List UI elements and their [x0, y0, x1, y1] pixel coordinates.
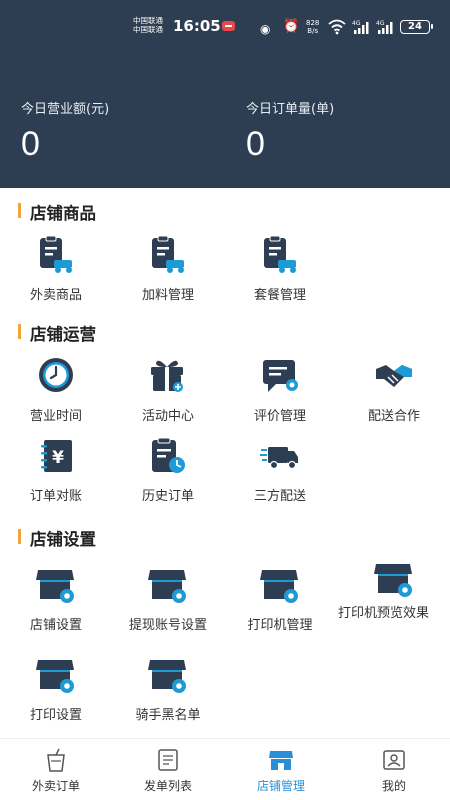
history-clipboard-icon [152, 437, 185, 473]
grid-label-order-reconciliation: 订单对账 [29, 489, 82, 504]
header: 中国联通 中国联通 16:05 ◉ ⏰ 828 B/s 4G 4G 24 今日营… [0, 0, 450, 188]
orders-stat[interactable]: 今日订单量(单) 0 [246, 98, 334, 163]
yen-ledger-icon: ¥ [41, 440, 72, 472]
grid-item-activity-center[interactable]: 活动中心 [112, 357, 224, 427]
carrier-2: 中国联通 [133, 25, 163, 34]
addon-management-icon [152, 236, 184, 273]
grid-label-combo-management: 套餐管理 [253, 288, 306, 303]
section-title-operations: 店铺运营 [18, 321, 96, 344]
list-doc-icon [158, 749, 178, 771]
grid-label-printer-management: 打印机管理 [247, 618, 313, 633]
status-icons: ◉ ⏰ 828 B/s 4G 4G 24 [258, 17, 438, 37]
store-gear-icon-5 [36, 660, 74, 693]
status-time: 16:05 [173, 17, 221, 35]
grid-label-printer-preview: 打印机预览效果 [338, 606, 430, 621]
store-gear-icon-3 [260, 570, 298, 603]
network-speed-value: 828 [306, 19, 320, 27]
grid-item-printer-management[interactable]: 打印机管理 [224, 566, 336, 636]
revenue-label: 今日营业额(元) [21, 102, 110, 117]
carrier-info: 中国联通 中国联通 [133, 16, 163, 34]
grid-label-business-hours: 营业时间 [29, 409, 82, 424]
tab-label-store-management: 店铺管理 [256, 779, 305, 793]
gift-icon [151, 360, 183, 392]
revenue-value: 0 [21, 125, 40, 163]
grid-item-order-reconciliation[interactable]: ¥ 订单对账 [0, 437, 112, 507]
tab-store-management[interactable]: 店铺管理 [225, 739, 337, 800]
section-title-settings: 店铺设置 [18, 526, 96, 549]
grid-label-withdraw-account-settings: 提现账号设置 [128, 618, 207, 633]
svg-text:¥: ¥ [52, 448, 64, 468]
grid-label-store-settings: 店铺设置 [29, 618, 82, 633]
grid-item-takeout-goods[interactable]: 外卖商品 [0, 236, 112, 306]
grid-item-store-settings[interactable]: 店铺设置 [0, 566, 112, 636]
grid-label-history-orders: 历史订单 [141, 489, 194, 504]
status-bar: 中国联通 中国联通 16:05 ◉ ⏰ 828 B/s 4G 4G 24 [0, 14, 450, 40]
grid-item-rider-blacklist[interactable]: 骑手黑名单 [112, 656, 224, 726]
handshake-icon [376, 365, 412, 387]
signal-2-label: 4G [376, 20, 385, 27]
grid-label-review-management: 评价管理 [253, 409, 306, 424]
grid-label-activity-center: 活动中心 [141, 409, 194, 424]
grid-item-third-party-delivery[interactable]: 三方配送 [224, 437, 336, 507]
grid-label-addon-management: 加料管理 [141, 288, 194, 303]
grid-item-history-orders[interactable]: 历史订单 [112, 437, 224, 507]
signal-icon-1: 4G [352, 20, 369, 34]
network-speed-unit: B/s [307, 27, 319, 35]
bottom-tab-bar: 外卖订单 发单列表 店铺管理 我的 [0, 738, 450, 800]
grid-item-printer-preview[interactable]: 打印机预览效果 [338, 560, 450, 630]
store-icon [269, 751, 293, 770]
eye-icon: ◉ [260, 22, 271, 36]
grid-item-withdraw-account-settings[interactable]: 提现账号设置 [112, 566, 224, 636]
takeout-cup-icon [47, 748, 65, 772]
tab-label-dispatch-list: 发单列表 [143, 779, 192, 793]
profile-card-icon [383, 750, 405, 770]
grid-label-takeout-goods: 外卖商品 [29, 288, 82, 303]
combo-management-icon [264, 236, 296, 273]
signal-icon-2: 4G [376, 20, 393, 34]
battery-icon: 24 [400, 20, 433, 34]
recording-indicator-icon [222, 21, 235, 31]
grid-label-third-party-delivery: 三方配送 [253, 489, 306, 504]
takeout-goods-icon [40, 236, 72, 273]
grid-label-print-settings: 打印设置 [29, 708, 82, 723]
grid-item-review-management[interactable]: 评价管理 [224, 357, 336, 427]
signal-1-label: 4G [352, 20, 361, 27]
tab-label-takeout-orders: 外卖订单 [31, 779, 80, 793]
tab-dispatch-list[interactable]: 发单列表 [112, 739, 224, 800]
store-gear-icon-4 [374, 564, 412, 597]
alarm-icon: ⏰ [283, 19, 300, 34]
orders-label: 今日订单量(单) [246, 102, 335, 117]
grid-item-print-settings[interactable]: 打印设置 [0, 656, 112, 726]
tab-mine[interactable]: 我的 [338, 739, 450, 800]
orders-value: 0 [246, 125, 265, 163]
revenue-stat[interactable]: 今日营业额(元) 0 [21, 98, 109, 163]
store-gear-icon-6 [148, 660, 186, 693]
comment-icon [263, 360, 298, 392]
store-gear-icon [36, 570, 74, 603]
grid-label-delivery-cooperation: 配送合作 [367, 409, 420, 424]
grid-item-delivery-cooperation[interactable]: 配送合作 [338, 357, 450, 427]
grid-label-rider-blacklist: 骑手黑名单 [135, 708, 201, 723]
store-gear-icon-2 [148, 570, 186, 603]
truck-icon [260, 447, 298, 470]
tab-takeout-orders[interactable]: 外卖订单 [0, 739, 112, 800]
grid-item-business-hours[interactable]: 营业时间 [0, 357, 112, 427]
section-title-goods: 店铺商品 [18, 200, 96, 223]
carrier-1: 中国联通 [133, 16, 163, 25]
grid-item-combo-management[interactable]: 套餐管理 [224, 236, 336, 306]
clock-icon [39, 358, 73, 392]
network-speed: 828 B/s [306, 19, 319, 35]
tab-label-mine: 我的 [381, 779, 406, 793]
grid-item-addon-management[interactable]: 加料管理 [112, 236, 224, 306]
wifi-icon [328, 19, 346, 35]
